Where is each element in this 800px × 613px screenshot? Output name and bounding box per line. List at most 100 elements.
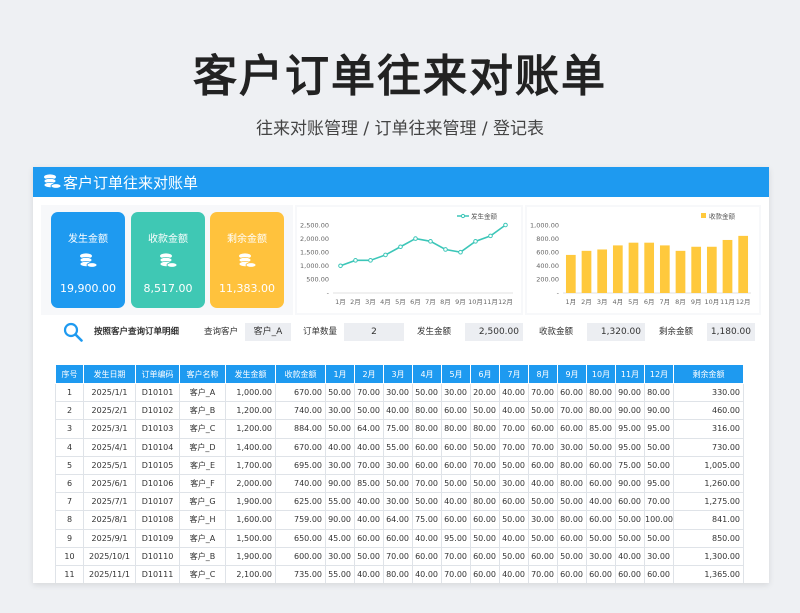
table-cell[interactable]: 客户_G (179, 492, 226, 512)
table-cell[interactable]: 100.00 (644, 510, 674, 530)
table-cell[interactable]: 95.00 (441, 528, 471, 548)
table-cell[interactable]: 850.00 (673, 528, 744, 548)
table-cell[interactable]: 客户_H (179, 510, 226, 530)
table-cell[interactable]: 80.00 (557, 455, 587, 475)
table-cell[interactable]: 40.00 (499, 382, 529, 403)
table-cell[interactable]: D10102 (135, 401, 180, 421)
table-cell[interactable]: 80.00 (470, 419, 500, 439)
table-cell[interactable]: 50.00 (528, 528, 558, 548)
table-cell[interactable]: 75.00 (412, 510, 442, 530)
table-cell[interactable]: 730.00 (673, 437, 744, 457)
table-cell[interactable]: 60.00 (470, 546, 500, 566)
table-cell[interactable]: 60.00 (586, 473, 616, 494)
table-cell[interactable]: 80.00 (470, 492, 500, 512)
table-cell[interactable]: 50.00 (499, 546, 529, 566)
table-cell[interactable]: 60.00 (586, 455, 616, 475)
table-cell[interactable]: D10103 (135, 419, 180, 439)
table-row[interactable]: 7 2025/7/1 D10107 客户_G 1,900.00 625.00 55.00 40… (55, 492, 744, 512)
table-cell[interactable]: 670.00 (275, 382, 326, 403)
table-cell[interactable]: 600.00 (275, 546, 326, 566)
table-cell[interactable]: 1,300.00 (673, 546, 744, 566)
table-cell[interactable]: 30.00 (325, 455, 355, 475)
table-cell[interactable]: 40.00 (412, 528, 442, 548)
table-cell[interactable]: 70.00 (499, 437, 529, 457)
table-cell[interactable]: 客户_B (179, 546, 226, 566)
table-cell[interactable]: 60.00 (441, 401, 471, 421)
table-cell[interactable]: 40.00 (354, 437, 384, 457)
table-row[interactable]: 4 2025/4/1 D10104 客户_D 1,400.00 670.00 40.00 40… (55, 437, 744, 457)
table-cell[interactable]: 1,700.00 (225, 455, 276, 475)
table-cell[interactable]: 90.00 (325, 510, 355, 530)
table-cell[interactable]: 75.00 (615, 455, 645, 475)
table-cell[interactable]: 50.00 (644, 437, 674, 457)
table-cell[interactable]: 2025/10/1 (83, 546, 136, 566)
table-cell[interactable]: 1,000.00 (225, 382, 276, 403)
table-cell[interactable]: 40.00 (354, 492, 384, 512)
table-cell[interactable]: D10105 (135, 455, 180, 475)
table-cell[interactable]: 客户_A (179, 382, 226, 403)
table-cell[interactable]: 50.00 (586, 437, 616, 457)
table-cell[interactable]: 64.00 (354, 419, 384, 439)
table-cell[interactable]: 40.00 (441, 492, 471, 512)
table-cell[interactable]: 60.00 (499, 492, 529, 512)
table-cell[interactable]: 70.00 (528, 564, 558, 583)
table-cell[interactable]: 90.00 (325, 473, 355, 494)
table-cell[interactable]: 85.00 (586, 419, 616, 439)
table-cell[interactable]: 55.00 (325, 492, 355, 512)
table-cell[interactable]: 50.00 (470, 528, 500, 548)
table-cell[interactable]: 80.00 (586, 401, 616, 421)
table-cell[interactable]: 316.00 (673, 419, 744, 439)
table-cell[interactable]: D10108 (135, 510, 180, 530)
table-cell[interactable]: 841.00 (673, 510, 744, 530)
table-cell[interactable]: 50.00 (354, 546, 384, 566)
table-cell[interactable]: 60.00 (644, 564, 674, 583)
table-cell[interactable]: 2025/3/1 (83, 419, 136, 439)
table-cell[interactable]: 80.00 (557, 473, 587, 494)
table-cell[interactable]: 70.00 (412, 473, 442, 494)
table-cell[interactable]: 50.00 (412, 382, 442, 403)
table-cell[interactable]: 客户_B (179, 401, 226, 421)
table-cell[interactable]: 50.00 (470, 473, 500, 494)
table-cell[interactable]: 1,200.00 (225, 419, 276, 439)
table-cell[interactable]: 60.00 (412, 437, 442, 457)
table-cell[interactable]: 50.00 (470, 401, 500, 421)
table-cell[interactable]: 2 (55, 401, 84, 421)
table-cell[interactable]: 70.00 (528, 437, 558, 457)
table-cell[interactable]: 80.00 (441, 419, 471, 439)
table-cell[interactable]: 90.00 (644, 401, 674, 421)
table-cell[interactable]: 85.00 (354, 473, 384, 494)
table-cell[interactable]: 1,500.00 (225, 528, 276, 548)
table-cell[interactable]: 50.00 (557, 492, 587, 512)
table-cell[interactable]: 60.00 (412, 546, 442, 566)
table-cell[interactable]: 60.00 (586, 510, 616, 530)
table-cell[interactable]: 40.00 (615, 546, 645, 566)
table-cell[interactable]: 50.00 (615, 528, 645, 548)
table-cell[interactable]: 80.00 (644, 382, 674, 403)
table-cell[interactable]: 60.00 (528, 455, 558, 475)
table-cell[interactable]: 60.00 (615, 564, 645, 583)
table-cell[interactable]: 90.00 (615, 473, 645, 494)
table-cell[interactable]: 2,100.00 (225, 564, 276, 583)
table-cell[interactable]: 70.00 (470, 455, 500, 475)
table-cell[interactable]: 1,005.00 (673, 455, 744, 475)
table-cell[interactable]: 40.00 (354, 510, 384, 530)
table-cell[interactable]: 40.00 (499, 528, 529, 548)
table-cell[interactable]: 40.00 (586, 492, 616, 512)
table-cell[interactable]: 70.00 (499, 419, 529, 439)
table-cell[interactable]: 50.00 (557, 546, 587, 566)
table-cell[interactable]: 90.00 (615, 401, 645, 421)
table-cell[interactable]: 2025/5/1 (83, 455, 136, 475)
table-cell[interactable]: 50.00 (354, 401, 384, 421)
table-row[interactable]: 3 2025/3/1 D10103 客户_C 1,200.00 884.00 50.00 64… (55, 419, 744, 439)
table-cell[interactable]: 60.00 (470, 564, 500, 583)
table-cell[interactable]: 30.00 (528, 510, 558, 530)
table-cell[interactable]: 50.00 (325, 419, 355, 439)
table-cell[interactable]: 40.00 (383, 401, 413, 421)
table-cell[interactable]: 45.00 (325, 528, 355, 548)
table-cell[interactable]: 70.00 (441, 546, 471, 566)
table-cell[interactable]: 70.00 (354, 382, 384, 403)
table-cell[interactable]: 11 (55, 564, 84, 583)
table-cell[interactable]: 50.00 (383, 473, 413, 494)
table-cell[interactable]: 64.00 (383, 510, 413, 530)
table-cell[interactable]: 70.00 (354, 455, 384, 475)
